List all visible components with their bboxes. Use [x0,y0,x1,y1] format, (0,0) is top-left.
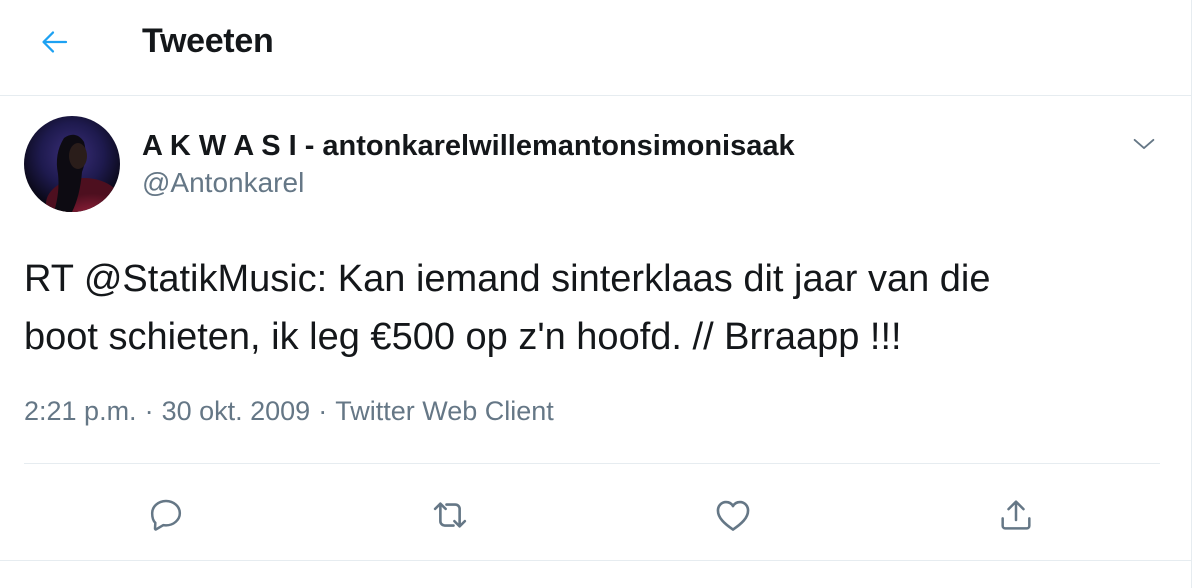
meta-separator: · [318,396,328,426]
page-title: Tweeten [142,22,274,60]
avatar-image [24,116,120,212]
reply-button[interactable] [141,490,191,540]
tweet-time[interactable]: 2:21 p.m. [24,396,137,426]
bottom-divider [0,560,1192,561]
more-options-button[interactable] [1124,124,1164,164]
chevron-down-icon [1133,138,1155,150]
user-handle[interactable]: @Antonkarel [142,167,304,199]
tweet-actions [0,484,1192,544]
tweet-text: RT @StatikMusic: Kan iemand sinterklaas … [24,250,1174,366]
meta-separator: · [144,396,154,426]
heart-icon [716,500,750,531]
share-icon [1001,500,1031,530]
reply-icon [150,499,182,531]
retweet-button[interactable] [425,490,475,540]
tweet-date[interactable]: 30 okt. 2009 [162,396,311,426]
back-button[interactable] [30,20,78,64]
like-button[interactable] [708,490,758,540]
tweet-source[interactable]: Twitter Web Client [335,396,554,426]
share-button[interactable] [991,490,1041,540]
tweet-text-line: boot schieten, ik leg €500 op z'n hoofd.… [24,316,902,358]
tweet-meta: 2:21 p.m. · 30 okt. 2009 · Twitter Web Clien… [24,396,554,427]
tweet-page: Tweeten A K W A S I - antonkarelwilleman… [0,0,1198,588]
arrow-left-icon [42,31,68,53]
divider [24,463,1160,464]
header: Tweeten [0,0,1192,96]
tweet-text-line: RT @StatikMusic: Kan iemand sinterklaas … [24,258,991,300]
avatar[interactable] [24,116,120,212]
retweet-icon [433,502,467,528]
display-name[interactable]: A K W A S I - antonkarelwillemantonsimon… [142,130,795,163]
